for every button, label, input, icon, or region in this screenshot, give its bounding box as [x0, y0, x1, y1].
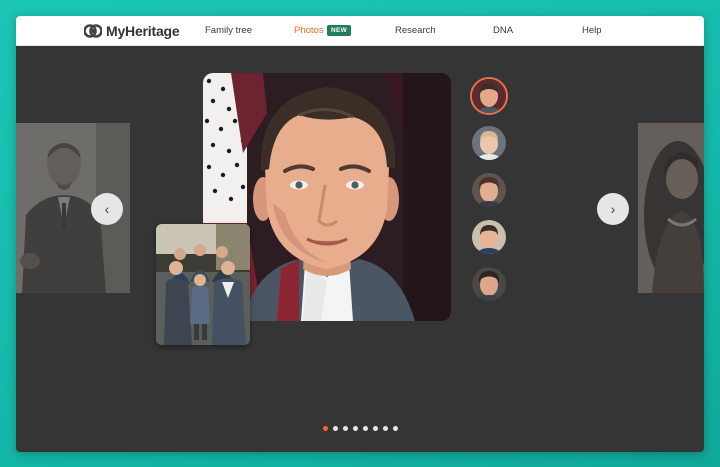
- myheritage-logo-icon: [84, 24, 102, 38]
- nav-photos[interactable]: Photos: [294, 25, 324, 36]
- brand-logo[interactable]: MyHeritage: [84, 22, 180, 40]
- face-thumbnail-4[interactable]: [470, 218, 508, 256]
- new-badge: NEW: [327, 25, 352, 36]
- page-dot-6[interactable]: [373, 426, 378, 431]
- page-dot-5[interactable]: [363, 426, 368, 431]
- page-dot-4[interactable]: [353, 426, 358, 431]
- face-thumbnail-2[interactable]: [470, 124, 508, 162]
- face-thumbnail-5[interactable]: [470, 265, 508, 303]
- carousel-pagination: [323, 426, 398, 431]
- page-dot-1[interactable]: [323, 426, 328, 431]
- next-photo-button[interactable]: ›: [597, 193, 629, 225]
- page-dot-3[interactable]: [343, 426, 348, 431]
- brand-name: MyHeritage: [106, 23, 180, 39]
- top-navigation-bar: MyHeritage Family tree Photos NEW Resear…: [16, 16, 704, 46]
- chevron-left-icon: ‹: [104, 201, 110, 217]
- chevron-right-icon: ›: [610, 201, 616, 217]
- page-dot-8[interactable]: [393, 426, 398, 431]
- next-photo-preview[interactable]: [638, 123, 704, 293]
- previous-photo-button[interactable]: ‹: [91, 193, 123, 225]
- nav-dna[interactable]: DNA: [493, 25, 513, 36]
- app-window: MyHeritage Family tree Photos NEW Resear…: [16, 16, 704, 452]
- nav-research[interactable]: Research: [395, 25, 436, 36]
- page-dot-2[interactable]: [333, 426, 338, 431]
- page-dot-7[interactable]: [383, 426, 388, 431]
- face-thumbnail-3[interactable]: [470, 171, 508, 209]
- original-family-photo[interactable]: [156, 224, 250, 345]
- nav-family-tree[interactable]: Family tree: [205, 25, 252, 36]
- nav-help[interactable]: Help: [582, 25, 602, 36]
- face-thumbnail-1[interactable]: [470, 77, 508, 115]
